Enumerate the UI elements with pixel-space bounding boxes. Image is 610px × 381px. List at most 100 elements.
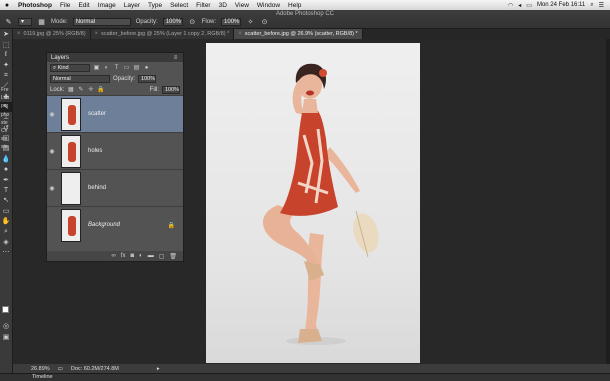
visibility-eye-icon[interactable]: ◉ xyxy=(47,185,57,192)
document-tab-0119[interactable]: × 0119.jpg @ 25% (RGB/8) xyxy=(13,29,91,39)
marquee-tool-icon[interactable]: ⬚ xyxy=(0,39,12,49)
volume-icon[interactable]: ◂ xyxy=(518,2,521,9)
filter-pixel-icon[interactable]: ▣ xyxy=(93,64,100,71)
3d-tool-icon[interactable]: ◈ xyxy=(0,237,12,247)
filter-kind-select[interactable]: ⌕ Kind xyxy=(50,63,90,72)
document-info-icon[interactable]: ▭ xyxy=(58,366,63,372)
dodge-tool-icon[interactable]: ● xyxy=(0,164,12,174)
document-tab-label: 0119.jpg @ 25% (RGB/8) xyxy=(23,31,86,37)
layer-opacity-input[interactable]: 100% xyxy=(138,74,157,83)
quick-select-tool-icon[interactable]: ✦ xyxy=(0,60,12,70)
menu-type[interactable]: Type xyxy=(144,2,166,9)
blend-mode-select[interactable]: Normal xyxy=(50,74,110,83)
stray-text-line: ste xyxy=(1,144,8,151)
pen-tool-icon[interactable]: ✒ xyxy=(0,174,12,184)
type-tool-icon[interactable]: T xyxy=(0,185,12,195)
crop-tool-icon[interactable]: ⌗ xyxy=(0,71,12,81)
link-layers-icon[interactable]: ∞ xyxy=(112,253,116,259)
quick-mask-icon[interactable]: ◎ xyxy=(0,321,12,331)
menu-file[interactable]: File xyxy=(56,2,74,9)
document-canvas[interactable] xyxy=(206,43,420,363)
path-selection-tool-icon[interactable]: ↖ xyxy=(0,195,12,205)
filter-shape-icon[interactable]: ▭ xyxy=(123,64,130,71)
flow-input[interactable]: 100% xyxy=(221,18,242,26)
lock-all-icon[interactable]: 🔒 xyxy=(97,86,104,93)
hand-tool-icon[interactable]: ✋ xyxy=(0,216,12,226)
layer-name: scatter xyxy=(88,111,107,117)
menu-image[interactable]: Image xyxy=(94,2,120,9)
visibility-eye-icon[interactable]: ◉ xyxy=(47,111,57,118)
move-tool-icon[interactable]: ➤ xyxy=(0,29,12,39)
menu-edit[interactable]: Edit xyxy=(74,2,93,9)
foreground-color-swatch[interactable] xyxy=(2,306,9,313)
menu-help[interactable]: Help xyxy=(284,2,305,9)
opacity-input[interactable]: 100% xyxy=(162,18,183,26)
document-tab-scatter-before-active[interactable]: × scatter_before.jpg @ 26.9% (scatter, R… xyxy=(234,29,363,39)
status-menu-arrow-icon[interactable]: ▸ xyxy=(157,366,160,372)
lock-fill-row: Lock: ▦ ✎ ✛ 🔒 Fill: 100% xyxy=(47,84,183,95)
menu-window[interactable]: Window xyxy=(253,2,284,9)
stray-text-line: Cli xyxy=(1,128,7,135)
filter-type-icon[interactable]: T xyxy=(113,64,120,71)
pressure-size-icon[interactable]: ⊙ xyxy=(260,18,269,27)
close-icon[interactable]: × xyxy=(17,31,21,37)
zoom-level[interactable]: 26.89% xyxy=(31,366,50,372)
close-icon[interactable]: × xyxy=(238,31,242,37)
filter-smart-object-icon[interactable]: ▤ xyxy=(133,64,140,71)
menu-layer[interactable]: Layer xyxy=(120,2,144,9)
visibility-eye-icon[interactable]: ◉ xyxy=(47,148,57,155)
layer-row-holes[interactable]: ◉ holes xyxy=(47,132,183,169)
extra-tool-icon[interactable]: ⋯ xyxy=(0,247,12,257)
filter-kind-value: Kind xyxy=(57,64,69,71)
new-layer-icon[interactable]: ▢ xyxy=(159,253,165,260)
opacity-label: Opacity: xyxy=(113,75,136,82)
panel-menu-icon[interactable]: ≡ xyxy=(172,54,179,61)
lock-position-icon[interactable]: ✛ xyxy=(87,86,94,93)
stray-text-line: per xyxy=(1,103,9,110)
delete-layer-icon[interactable]: 🗑 xyxy=(169,253,177,260)
menu-filter[interactable]: Filter xyxy=(192,2,214,9)
menu-view[interactable]: View xyxy=(231,2,253,9)
menubar-clock[interactable]: Mon 24 Feb 16:11 xyxy=(537,2,585,8)
document-tab-scatter-before-25[interactable]: × scatter_before.jpg @ 25% (Layer 1 copy… xyxy=(90,29,235,39)
brush-panel-toggle-icon[interactable]: ▦ xyxy=(37,18,46,27)
mode-select[interactable]: Normal xyxy=(72,18,131,26)
lock-transparent-icon[interactable]: ▦ xyxy=(67,86,74,93)
layers-tab[interactable]: Layers xyxy=(51,55,69,61)
airbrush-icon[interactable]: ✧ xyxy=(246,18,255,27)
screen-mode-icon[interactable]: ▣ xyxy=(0,332,12,342)
lasso-tool-icon[interactable]: ℓ xyxy=(0,50,12,60)
background-window-text: Fre Lea per pho ste Cli ste ste xyxy=(1,86,13,152)
layer-row-background[interactable]: Background 🔒 xyxy=(47,206,183,243)
brush-size-picker[interactable]: ▾ xyxy=(18,18,32,26)
new-adjustment-icon[interactable]: ◐ xyxy=(139,253,143,259)
lock-pixels-icon[interactable]: ✎ xyxy=(77,86,84,93)
brush-tool-preset-icon[interactable]: ✎ xyxy=(4,18,13,27)
notification-center-icon[interactable]: ☰ xyxy=(599,2,604,9)
close-icon[interactable]: × xyxy=(95,31,99,37)
apple-menu-icon[interactable]: ● xyxy=(0,2,14,9)
wifi-icon[interactable]: ◠ xyxy=(508,2,513,9)
opacity-label: Opacity: xyxy=(135,19,158,25)
shape-tool-icon[interactable]: ▭ xyxy=(0,206,12,216)
menu-photoshop[interactable]: Photoshop xyxy=(14,2,56,9)
menu-3d[interactable]: 3D xyxy=(215,2,231,9)
filter-toggle-icon[interactable]: ● xyxy=(143,64,150,71)
pressure-opacity-icon[interactable]: ⊙ xyxy=(188,18,197,27)
zoom-tool-icon[interactable]: ⌕ xyxy=(0,226,12,236)
stray-text-line: ste xyxy=(1,119,8,126)
photo-pinup-woman xyxy=(263,63,379,345)
blur-tool-icon[interactable]: 💧 xyxy=(0,154,12,164)
battery-icon[interactable]: ▭ xyxy=(526,2,532,9)
add-mask-icon[interactable]: ◙ xyxy=(130,253,134,259)
layer-row-scatter[interactable]: ◉ scatter xyxy=(47,95,183,132)
layer-fill-input[interactable]: 100% xyxy=(162,85,180,94)
spotlight-search-icon[interactable]: ⌕ xyxy=(590,2,593,9)
filter-adjustment-icon[interactable]: ◐ xyxy=(103,64,110,71)
new-group-icon[interactable]: ▬ xyxy=(148,253,154,259)
layer-style-icon[interactable]: fx xyxy=(121,253,126,259)
menu-select[interactable]: Select xyxy=(166,2,192,9)
timeline-panel-tab[interactable]: Timeline xyxy=(0,373,610,381)
layer-row-behind[interactable]: ◉ behind xyxy=(47,169,183,206)
stray-text-line: Lea xyxy=(1,95,10,102)
